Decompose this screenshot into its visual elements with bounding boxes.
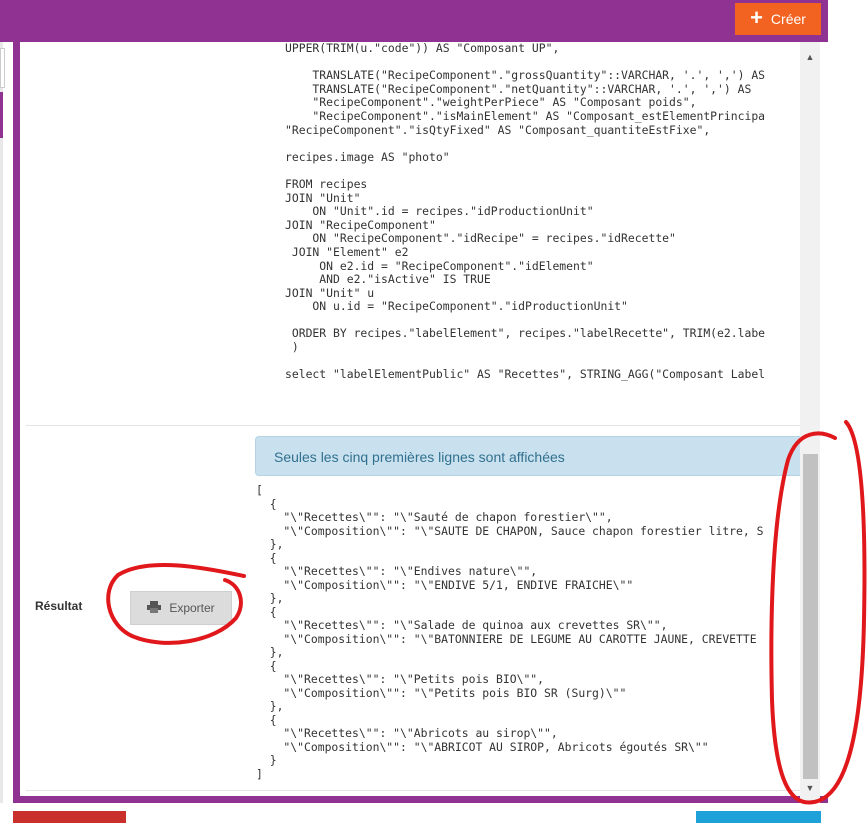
export-button-label: Exporter — [169, 601, 215, 615]
side-tab[interactable] — [0, 48, 5, 88]
scrollbar[interactable]: ▲ ▼ — [800, 42, 820, 803]
plus-icon: + — [750, 5, 763, 30]
info-message: Seules les cinq premières lignes sont af… — [255, 436, 800, 476]
create-button-label: Créer — [770, 11, 806, 27]
sql-query-text: UPPER(TRIM(u."code")) AS "Composant UP",… — [285, 41, 766, 382]
section-divider — [26, 425, 800, 426]
scrollbar-thumb[interactable] — [803, 454, 818, 779]
side-strip — [0, 42, 3, 803]
create-button[interactable]: + Créer — [735, 3, 821, 35]
top-bar — [0, 0, 828, 42]
result-json-text: [ { "\"Recettes\"": "\"Sauté de chapon f… — [256, 483, 764, 781]
delete-button[interactable] — [13, 811, 126, 823]
arrow-down-icon[interactable]: ▼ — [800, 783, 820, 797]
modal-frame-left — [13, 42, 20, 803]
top-bar-gap — [828, 0, 868, 42]
row-divider — [26, 790, 800, 791]
side-accent — [0, 92, 3, 138]
result-label: Résultat — [35, 599, 83, 613]
arrow-up-icon[interactable]: ▲ — [800, 52, 820, 66]
printer-icon — [147, 600, 162, 616]
modal-frame-bottom — [13, 796, 828, 803]
save-button[interactable] — [696, 811, 821, 823]
export-button[interactable]: Exporter — [130, 591, 232, 625]
